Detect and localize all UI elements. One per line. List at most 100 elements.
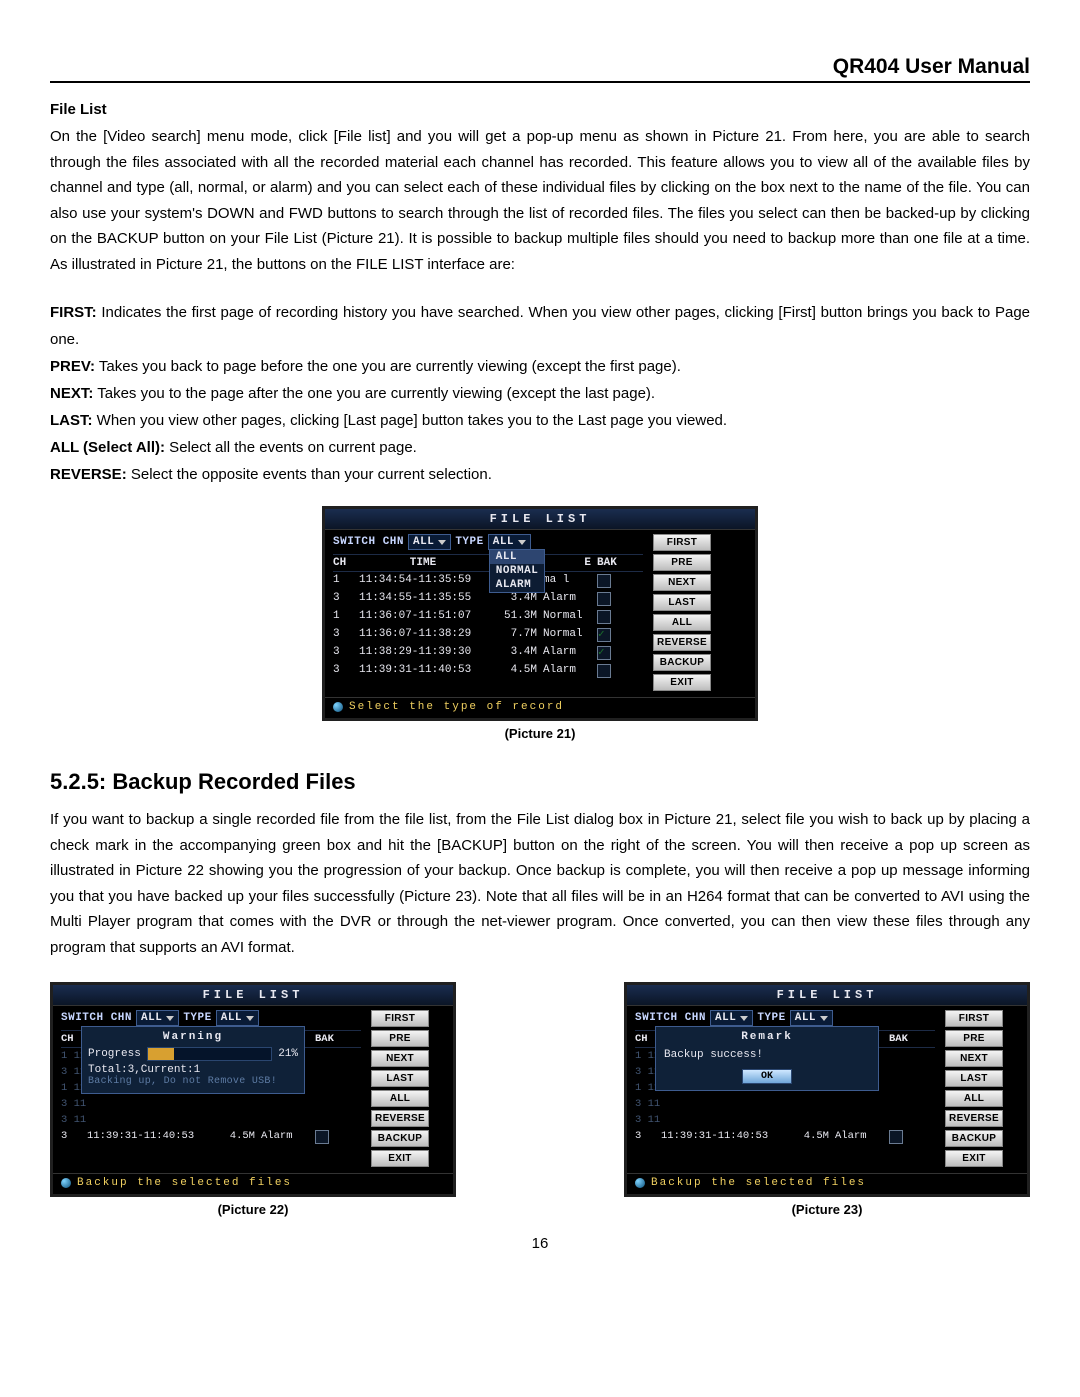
exit-button[interactable]: EXIT (371, 1150, 429, 1167)
def-all-text: Select all the events on current page. (165, 439, 417, 456)
def-last: LAST: When you view other pages, clickin… (50, 407, 1030, 434)
all-button[interactable]: ALL (945, 1090, 1003, 1107)
section-heading-backup: 5.2.5: Backup Recorded Files (50, 769, 1030, 795)
chevron-down-icon (518, 540, 526, 545)
panel-title: FILE LIST (53, 985, 453, 1006)
type-label: TYPE (455, 536, 483, 548)
first-button[interactable]: FIRST (653, 534, 711, 551)
def-reverse-term: REVERSE: (50, 466, 127, 483)
table-row[interactable]: 111:36:07-11:51:0751.3MNormal (333, 608, 643, 626)
def-all: ALL (Select All): Select all the events … (50, 434, 1030, 461)
checkbox[interactable] (597, 592, 611, 606)
info-icon (635, 1178, 645, 1188)
checkbox[interactable] (315, 1130, 329, 1144)
dialog-title: Remark (662, 1031, 872, 1043)
footer-text: Backup the selected files (651, 1177, 866, 1189)
ok-button[interactable]: OK (742, 1069, 792, 1084)
type-opt-alarm[interactable]: ALARM (490, 578, 545, 592)
def-prev-text: Takes you back to page before the one yo… (95, 358, 681, 375)
info-icon (333, 702, 343, 712)
switch-chn-label: SWITCH CHN (635, 1012, 706, 1024)
last-button[interactable]: LAST (371, 1070, 429, 1087)
chn-select[interactable]: ALL (136, 1010, 179, 1026)
backup-button[interactable]: BACKUP (371, 1130, 429, 1147)
document-header: QR404 User Manual (50, 55, 1030, 83)
chevron-down-icon (740, 1016, 748, 1021)
table-row[interactable]: 3 11:39:31-11:40:53 4.5M Alarm (61, 1128, 361, 1146)
table-row: 3 11 (635, 1096, 935, 1112)
type-label: TYPE (757, 1012, 785, 1024)
file-list-label: File List (50, 101, 1030, 118)
next-button[interactable]: NEXT (371, 1050, 429, 1067)
table-row[interactable]: 3 11:39:31-11:40:53 4.5M Alarm (635, 1128, 935, 1146)
reverse-button[interactable]: REVERSE (945, 1110, 1003, 1127)
last-button[interactable]: LAST (653, 594, 711, 611)
type-select[interactable]: ALL (216, 1010, 259, 1026)
backup-button[interactable]: BACKUP (653, 654, 711, 671)
figure-22: FILE LIST SWITCH CHN ALL TYPE ALL CH TIM… (50, 982, 456, 1217)
figure-21: FILE LIST SWITCH CHN ALL TYPE ALL ALL NO… (50, 506, 1030, 741)
next-button[interactable]: NEXT (653, 574, 711, 591)
progress-totals: Total:3,Current:1 (88, 1064, 298, 1076)
backup-button[interactable]: BACKUP (945, 1130, 1003, 1147)
switch-chn-label: SWITCH CHN (333, 536, 404, 548)
next-button[interactable]: NEXT (945, 1050, 1003, 1067)
pre-button[interactable]: PRE (653, 554, 711, 571)
backup-paragraph: If you want to backup a single recorded … (50, 807, 1030, 960)
exit-button[interactable]: EXIT (653, 674, 711, 691)
def-reverse-text: Select the opposite events than your cur… (127, 466, 492, 483)
def-prev: PREV: Takes you back to page before the … (50, 353, 1030, 380)
figure-23: FILE LIST SWITCH CHN ALL TYPE ALL CH TIM… (624, 982, 1030, 1217)
def-last-text: When you view other pages, clicking [Las… (93, 412, 728, 429)
table-row[interactable]: 311:39:31-11:40:534.5MAlarm (333, 662, 643, 680)
chn-select[interactable]: ALL (408, 534, 451, 550)
checkbox[interactable] (597, 664, 611, 678)
chevron-down-icon (438, 540, 446, 545)
warning-message: Backing up, Do not Remove USB! (88, 1076, 298, 1087)
type-select[interactable]: ALL (790, 1010, 833, 1026)
type-select[interactable]: ALL ALL NORMAL ALARM (488, 534, 531, 550)
info-icon (61, 1178, 71, 1188)
def-first-text: Indicates the first page of recording hi… (50, 304, 1030, 348)
def-first-term: FIRST: (50, 304, 97, 321)
exit-button[interactable]: EXIT (945, 1150, 1003, 1167)
all-button[interactable]: ALL (371, 1090, 429, 1107)
panel-footer: Backup the selected files (53, 1173, 453, 1194)
dialog-title: Warning (88, 1031, 298, 1043)
panel-footer: Backup the selected files (627, 1173, 1027, 1194)
def-reverse: REVERSE: Select the opposite events than… (50, 461, 1030, 488)
table-row[interactable]: 311:38:29-11:39:303.4MAlarm (333, 644, 643, 662)
type-dropdown[interactable]: ALL NORMAL ALARM (489, 549, 546, 593)
type-opt-all[interactable]: ALL (490, 550, 545, 564)
chn-select[interactable]: ALL (710, 1010, 753, 1026)
checkbox[interactable] (597, 574, 611, 588)
checkbox[interactable] (597, 628, 611, 642)
table-row[interactable]: 311:36:07-11:38:297.7MNormal (333, 626, 643, 644)
type-opt-normal[interactable]: NORMAL (490, 564, 545, 578)
footer-text: Select the type of record (349, 701, 564, 713)
first-button[interactable]: FIRST (945, 1010, 1003, 1027)
reverse-button[interactable]: REVERSE (653, 634, 711, 651)
success-message: Backup success! (664, 1049, 872, 1061)
pre-button[interactable]: PRE (945, 1030, 1003, 1047)
progress-bar (147, 1047, 272, 1061)
figure-23-caption: (Picture 23) (624, 1202, 1030, 1217)
def-next: NEXT: Takes you to the page after the on… (50, 380, 1030, 407)
table-row: 3 11 (635, 1112, 935, 1128)
chevron-down-icon (246, 1016, 254, 1021)
checkbox[interactable] (597, 646, 611, 660)
checkbox[interactable] (889, 1130, 903, 1144)
file-list-paragraph: On the [Video search] menu mode, click [… (50, 124, 1030, 277)
def-prev-term: PREV: (50, 358, 95, 375)
reverse-button[interactable]: REVERSE (371, 1110, 429, 1127)
switch-chn-label: SWITCH CHN (61, 1012, 132, 1024)
warning-dialog: Warning Progress 21% Total:3,Current:1 B… (81, 1026, 305, 1094)
chevron-down-icon (820, 1016, 828, 1021)
figure-22-caption: (Picture 22) (50, 1202, 456, 1217)
first-button[interactable]: FIRST (371, 1010, 429, 1027)
pre-button[interactable]: PRE (371, 1030, 429, 1047)
def-next-term: NEXT: (50, 385, 93, 402)
checkbox[interactable] (597, 610, 611, 624)
all-button[interactable]: ALL (653, 614, 711, 631)
last-button[interactable]: LAST (945, 1070, 1003, 1087)
